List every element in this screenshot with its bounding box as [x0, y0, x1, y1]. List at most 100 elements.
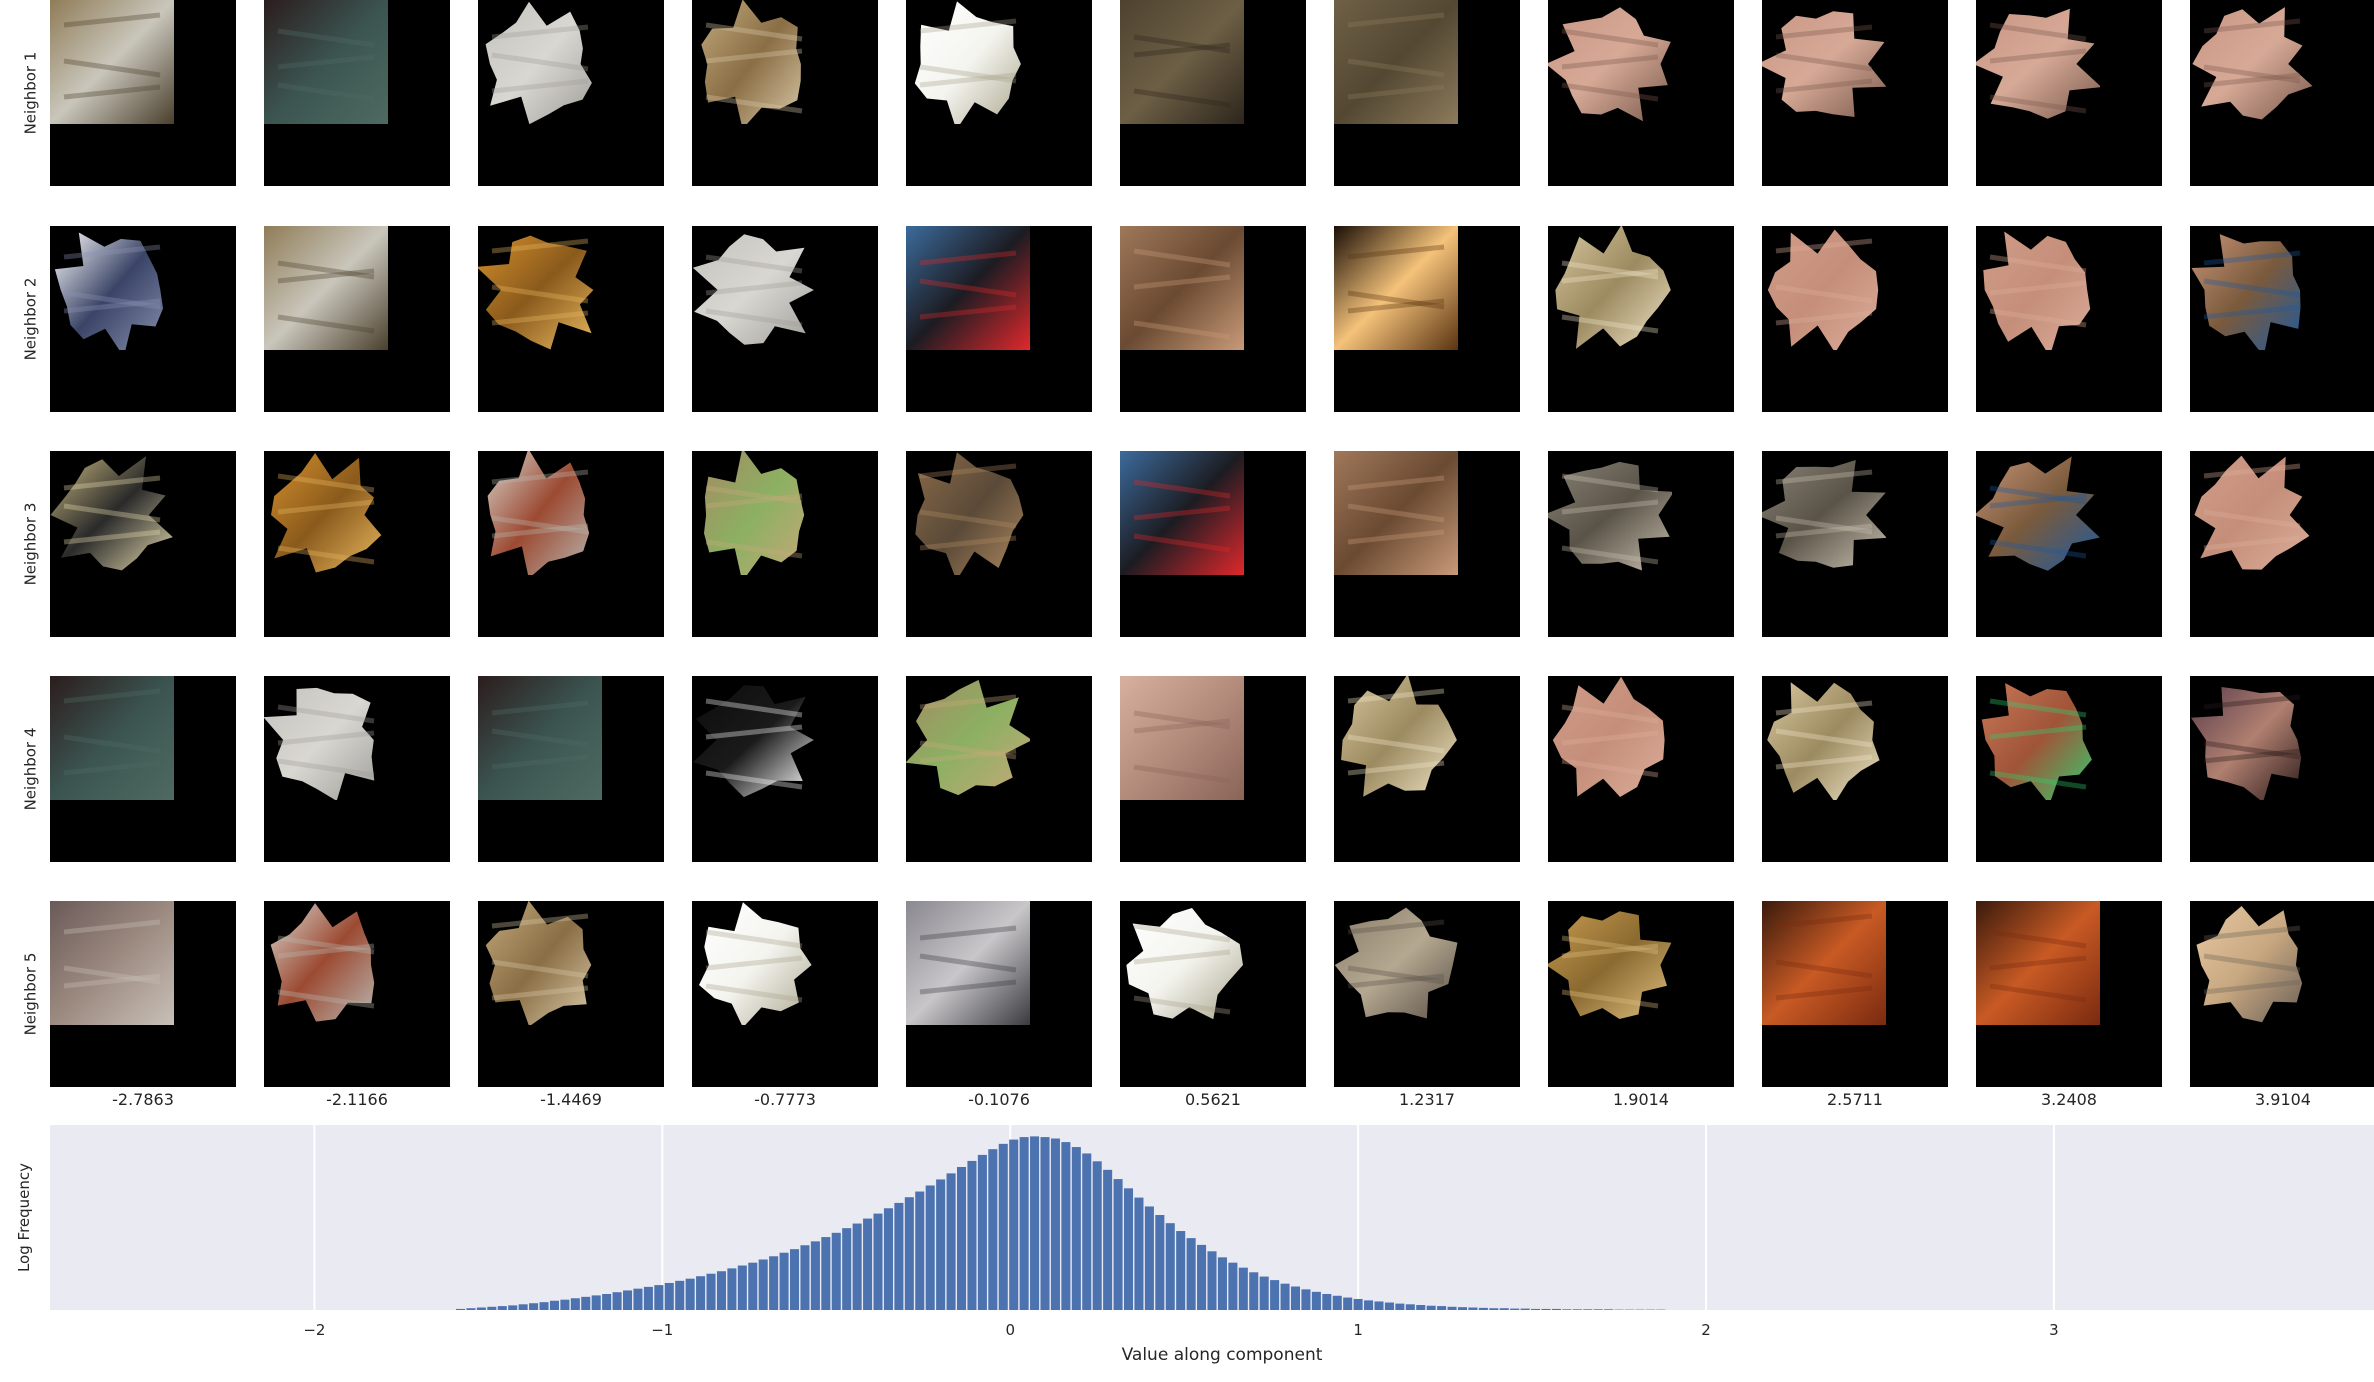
histogram-bar: [1207, 1251, 1217, 1310]
histogram-bar: [883, 1208, 893, 1310]
histogram-bar: [1478, 1307, 1488, 1310]
histogram-bar: [1228, 1262, 1238, 1310]
histogram-bar: [1374, 1301, 1384, 1310]
histogram-bar: [1343, 1297, 1353, 1310]
histogram-bar: [1155, 1215, 1165, 1310]
histogram-bar: [602, 1293, 612, 1310]
histogram-bar: [831, 1232, 841, 1310]
histogram-bar: [998, 1143, 1008, 1310]
histogram-bar: [591, 1295, 601, 1310]
histogram-bar: [529, 1303, 539, 1310]
histogram-bar: [1103, 1169, 1113, 1310]
histogram-bar: [967, 1160, 977, 1310]
histogram-bar: [1238, 1267, 1248, 1310]
histogram-bar: [1562, 1309, 1572, 1310]
histogram-bar: [1572, 1309, 1582, 1310]
histogram-bar: [1353, 1298, 1363, 1310]
histogram-bar: [1405, 1304, 1415, 1310]
histogram-bar: [748, 1262, 758, 1310]
histogram-bar: [1332, 1295, 1342, 1310]
histogram-bar: [737, 1265, 747, 1310]
x-tick-label: 2: [1701, 1321, 1711, 1339]
histogram-bar: [1134, 1197, 1144, 1310]
histogram-bar: [1113, 1179, 1123, 1310]
histogram-bar: [1061, 1142, 1071, 1310]
y-axis-label: Log Frequency: [15, 1163, 33, 1272]
histogram-bar: [1092, 1161, 1102, 1310]
histogram-bar: [779, 1252, 789, 1310]
histogram-bar: [1186, 1238, 1196, 1310]
histogram-bar: [1510, 1308, 1520, 1310]
histogram-bar: [497, 1306, 507, 1310]
histogram-bar: [476, 1307, 486, 1310]
histogram-bar: [1259, 1276, 1269, 1310]
histogram-bar: [508, 1305, 518, 1311]
histogram-bar: [1270, 1280, 1280, 1310]
histogram-bar: [1437, 1306, 1447, 1310]
histogram-bar: [977, 1154, 987, 1310]
histogram-bar: [716, 1271, 726, 1310]
histogram-bar: [518, 1304, 528, 1310]
histogram-bar: [1364, 1300, 1374, 1310]
histogram-bar: [1009, 1139, 1019, 1310]
histogram-bar: [633, 1288, 643, 1310]
histogram-bar: [1176, 1231, 1186, 1310]
x-axis-label: Value along component: [1122, 1345, 1323, 1365]
histogram-bar: [1249, 1272, 1259, 1310]
histogram-bar: [1499, 1308, 1509, 1310]
histogram-bar: [769, 1256, 779, 1310]
histogram-bar: [487, 1306, 497, 1310]
histogram-bar: [1593, 1309, 1603, 1310]
histogram-bar: [842, 1228, 852, 1310]
histogram-bar: [810, 1241, 820, 1310]
histogram-bar: [685, 1278, 695, 1310]
histogram-bar: [570, 1298, 580, 1310]
histogram-bar: [873, 1213, 883, 1310]
histogram-bar: [1040, 1137, 1050, 1310]
histogram-bar: [1290, 1286, 1301, 1310]
histogram-bar: [1384, 1302, 1394, 1310]
histogram-bar: [946, 1173, 956, 1310]
histogram-bar: [581, 1296, 591, 1310]
histogram-bar: [675, 1280, 685, 1310]
histogram-bar: [1531, 1308, 1541, 1310]
histogram-bar: [654, 1285, 664, 1310]
x-tick-label: −1: [651, 1321, 673, 1339]
histogram-bar: [894, 1202, 904, 1310]
histogram-bar: [623, 1290, 633, 1310]
histogram-bar: [1426, 1305, 1436, 1310]
histogram-bar: [800, 1245, 810, 1310]
histogram-bar: [863, 1218, 873, 1310]
histogram-bar: [1144, 1206, 1154, 1310]
x-tick-label: 3: [2049, 1321, 2059, 1339]
histogram-bar: [1447, 1306, 1457, 1310]
histogram-bar: [1030, 1136, 1040, 1310]
histogram-bar: [1217, 1257, 1227, 1310]
histogram-bar: [549, 1300, 559, 1310]
histogram-bar: [1082, 1153, 1092, 1310]
histogram-bar: [852, 1223, 862, 1310]
histogram-bar: [560, 1299, 570, 1310]
histogram-bar: [1457, 1307, 1468, 1310]
histogram-bar: [466, 1308, 476, 1310]
histogram-bar: [1395, 1303, 1405, 1310]
histogram-bar: [539, 1302, 549, 1310]
histogram-bar: [696, 1276, 706, 1310]
histogram-bar: [643, 1286, 653, 1311]
histogram-bar: [1583, 1309, 1593, 1310]
histogram-bar: [1311, 1291, 1321, 1310]
histogram-bar: [706, 1273, 716, 1310]
histogram-bar: [1468, 1307, 1478, 1310]
x-tick-label: 1: [1353, 1321, 1363, 1339]
histogram-bar: [790, 1249, 800, 1310]
histogram-bar: [1019, 1137, 1029, 1310]
histogram-bar: [727, 1268, 737, 1311]
histogram-bar: [1050, 1138, 1060, 1310]
histogram-bar: [612, 1292, 622, 1310]
histogram-bar: [988, 1149, 998, 1310]
histogram-bar: [1165, 1223, 1175, 1310]
histogram-bar: [1489, 1308, 1499, 1310]
histogram-bar: [915, 1191, 925, 1310]
histogram-bar: [1301, 1289, 1311, 1310]
histogram-bar: [925, 1185, 935, 1310]
